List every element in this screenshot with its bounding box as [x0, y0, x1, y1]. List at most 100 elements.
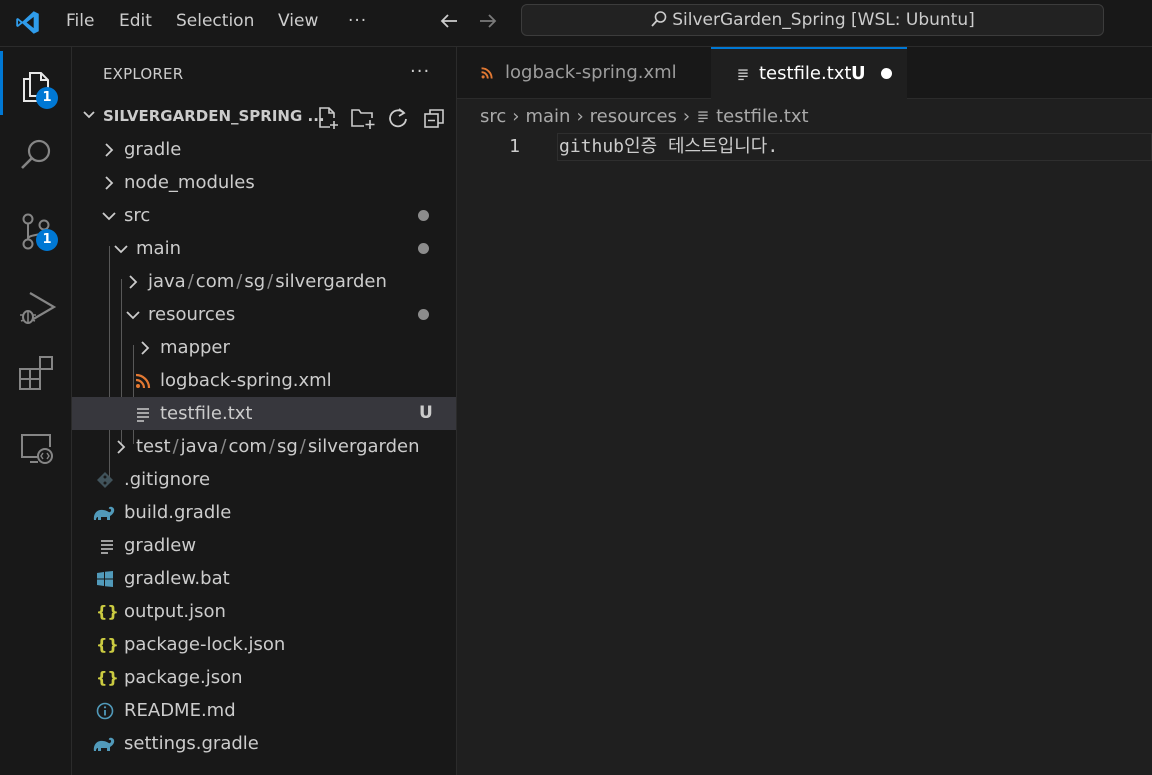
activity-run-debug[interactable]	[0, 271, 72, 335]
chevron-down-icon	[126, 311, 140, 320]
tab-testfile[interactable]: testfile.txt U	[711, 47, 907, 100]
breadcrumb-item[interactable]: main	[525, 106, 570, 127]
tree-file-package-json[interactable]: {} package.json	[72, 661, 456, 694]
path-separator: /	[267, 271, 274, 292]
tree-item-label: testfile.txt	[160, 403, 253, 424]
tree-folder-gradle[interactable]: gradle	[72, 133, 456, 166]
search-icon	[651, 11, 667, 27]
editor-tab-bar: logback-spring.xml testfile.txt U	[457, 47, 1152, 100]
info-icon	[96, 702, 114, 720]
back-arrow-icon[interactable]	[438, 10, 460, 32]
text-file-icon	[738, 69, 748, 81]
tree-folder-src[interactable]: src	[72, 199, 456, 232]
activity-search[interactable]	[0, 121, 72, 185]
gradle-elephant-icon	[93, 737, 115, 751]
tree-file-gradlew[interactable]: gradlew	[72, 529, 456, 562]
vscode-logo-icon[interactable]	[14, 9, 41, 36]
chevron-right-icon: ›	[682, 106, 691, 127]
menu-edit[interactable]: Edit	[119, 10, 152, 32]
menu-file[interactable]: File	[66, 10, 94, 32]
tree-file-settings-gradle[interactable]: settings.gradle	[72, 727, 456, 760]
gradle-elephant-icon	[93, 506, 115, 520]
menu-more[interactable]: ···	[348, 10, 367, 32]
tree-file-output-json[interactable]: {} output.json	[72, 595, 456, 628]
tree-file-readme[interactable]: README.md	[72, 694, 456, 727]
source-control-badge: 1	[36, 229, 58, 251]
tree-item-label: logback-spring.xml	[160, 370, 332, 391]
new-file-icon[interactable]	[316, 106, 340, 130]
tree-file-testfile[interactable]: testfile.txt U	[72, 397, 456, 430]
json-braces-icon: {}	[96, 635, 119, 654]
path-segment[interactable]: sg	[277, 436, 298, 457]
path-separator: /	[172, 436, 179, 457]
tree-folder-test-compact[interactable]: test / java / com / sg / silvergarden	[72, 430, 456, 463]
path-separator: /	[299, 436, 306, 457]
unsaved-dot[interactable]	[881, 68, 892, 79]
path-segment[interactable]: java	[181, 436, 219, 457]
tree-item-label: build.gradle	[124, 502, 232, 523]
explorer-title: EXPLORER	[103, 65, 184, 83]
tree-item-label: mapper	[160, 337, 230, 358]
command-center-search[interactable]: SilverGarden_Spring [WSL: Ubuntu]	[521, 4, 1104, 36]
menu-selection[interactable]: Selection	[176, 10, 254, 32]
path-segment[interactable]: test	[136, 436, 171, 457]
explorer-badge: 1	[36, 87, 58, 109]
text-file-icon	[101, 540, 113, 554]
explorer-more-actions[interactable]: ···	[410, 61, 430, 82]
tab-logback-spring[interactable]: logback-spring.xml	[457, 47, 711, 99]
path-separator: /	[187, 271, 194, 292]
tree-folder-node-modules[interactable]: node_modules	[72, 166, 456, 199]
run-debug-icon	[20, 292, 57, 324]
path-segment[interactable]: java	[148, 271, 186, 292]
tree-folder-main[interactable]: main	[72, 232, 456, 265]
tree-item-label: package.json	[124, 667, 243, 688]
title-bar: File Edit Selection View ··· SilverGarde…	[0, 0, 1152, 47]
breadcrumb-item[interactable]: testfile.txt	[716, 106, 808, 127]
chevron-down-icon	[83, 111, 95, 119]
activity-bar: 1 1	[0, 47, 72, 775]
modified-dot	[418, 309, 429, 320]
tab-label: logback-spring.xml	[505, 62, 677, 83]
tree-file-package-lock-json[interactable]: {} package-lock.json	[72, 628, 456, 661]
forward-arrow-icon[interactable]	[477, 10, 499, 32]
tree-file-build-gradle[interactable]: build.gradle	[72, 496, 456, 529]
path-segment[interactable]: com	[228, 436, 266, 457]
workspace-name: SILVERGARDEN_SPRING ...	[103, 107, 325, 125]
path-segment[interactable]: silvergarden	[308, 436, 420, 457]
tree-item-label: node_modules	[124, 172, 255, 193]
code-line[interactable]: github인증 테스트입니다.	[559, 133, 778, 161]
path-segment[interactable]: com	[196, 271, 234, 292]
activity-remote-explorer[interactable]	[0, 413, 72, 477]
workspace-section-header[interactable]: SILVERGARDEN_SPRING ...	[72, 99, 456, 132]
path-segment[interactable]: silvergarden	[275, 271, 387, 292]
untracked-badge: U	[419, 403, 433, 423]
activity-source-control[interactable]: 1	[0, 195, 72, 259]
refresh-icon[interactable]	[386, 106, 410, 130]
tree-folder-java-compact[interactable]: java / com / sg / silvergarden	[72, 265, 456, 298]
collapse-all-icon[interactable]	[422, 106, 446, 130]
tab-label: testfile.txt	[759, 63, 852, 84]
tree-folder-resources[interactable]: resources	[72, 298, 456, 331]
breadcrumb-item[interactable]: resources	[590, 106, 677, 127]
tree-file-gitignore[interactable]: .gitignore	[72, 463, 456, 496]
menu-view[interactable]: View	[278, 10, 318, 32]
breadcrumb-item[interactable]: src	[480, 106, 506, 127]
tree-file-gradlew-bat[interactable]: gradlew.bat	[72, 562, 456, 595]
command-center-text: SilverGarden_Spring [WSL: Ubuntu]	[672, 10, 975, 30]
tree-folder-mapper[interactable]: mapper	[72, 331, 456, 364]
modified-dot	[418, 210, 429, 221]
new-folder-icon[interactable]	[350, 106, 376, 130]
path-separator: /	[236, 271, 243, 292]
activity-explorer[interactable]: 1	[0, 51, 72, 115]
tree-item-label: README.md	[124, 700, 236, 721]
activity-extensions[interactable]	[0, 339, 72, 403]
tree-file-logback[interactable]: logback-spring.xml	[72, 364, 456, 397]
chevron-right-icon	[105, 143, 114, 157]
path-segment[interactable]: sg	[244, 271, 265, 292]
chevron-right-icon	[129, 275, 138, 289]
tree-item-label: main	[136, 238, 181, 259]
path-separator: /	[268, 436, 275, 457]
tree-item-label: output.json	[124, 601, 226, 622]
line-number: 1	[509, 136, 520, 157]
tree-item-label: src	[124, 205, 151, 226]
